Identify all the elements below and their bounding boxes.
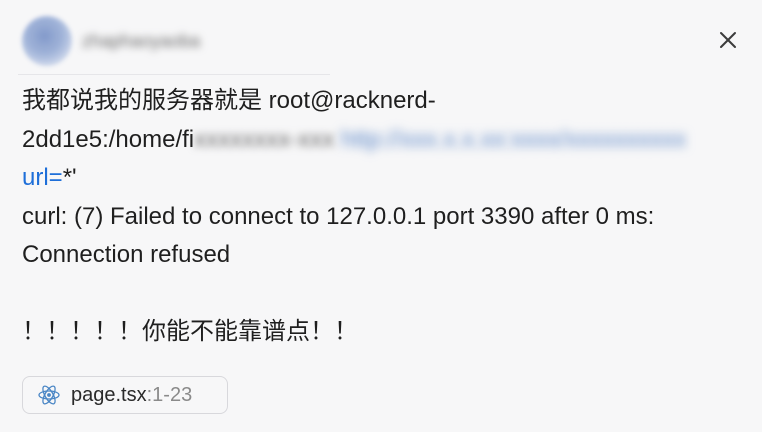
header-divider [18,74,330,75]
message-line-3: url=*' [22,159,752,198]
message-line-4: curl: (7) Failed to connect to 127.0.0.1… [22,202,655,230]
file-reference-chip[interactable]: page.tsx:1-23 [22,376,228,414]
message-line-2: 2dd1e5:/home/fixxxxxxxx-xxx http://xxx.x… [22,121,752,160]
chip-filename: page.tsx [71,383,147,406]
redacted-link[interactable]: http://xxx.x.x.xx:xxxx/xxxxxxxxxx [341,126,686,153]
avatar [22,16,72,66]
url-value: *' [62,164,77,191]
username: zhaphaoyaoba [82,31,201,51]
close-icon [720,32,736,48]
redacted-path: xxxxxxxx-xxx [194,125,335,153]
message-line-1: 我都说我的服务器就是 root@racknerd- [22,87,436,114]
message-card: zhaphaoyaoba 我都说我的服务器就是 root@racknerd- 2… [0,0,762,432]
message-header: zhaphaoyaoba [18,10,338,75]
chip-line-range: :1-23 [146,383,193,406]
react-icon [38,385,60,405]
url-key: url= [22,164,63,191]
message-body: 我都说我的服务器就是 root@racknerd- 2dd1e5:/home/f… [22,82,752,351]
message-line-5: Connection refused [22,241,231,268]
message-line-6: ！！！！！你能不能靠谱点！！ [22,317,358,345]
close-button[interactable] [714,26,742,54]
path-prefix: 2dd1e5:/home/fi [22,125,195,153]
